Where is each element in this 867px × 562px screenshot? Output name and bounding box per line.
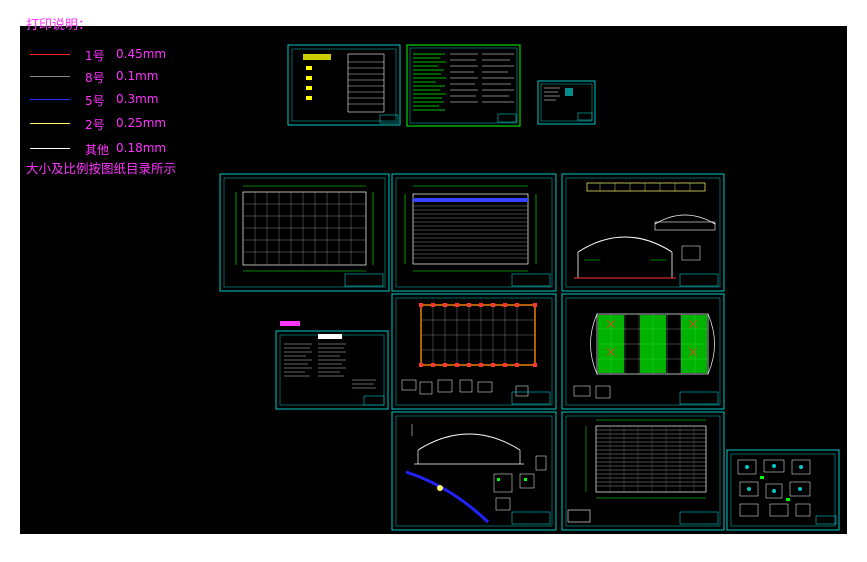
roof-plan[interactable]	[391, 173, 557, 292]
node-details-sheet[interactable]	[726, 449, 840, 531]
small-detail-sheet[interactable]	[537, 80, 596, 125]
foundation-notes-sheet[interactable]	[275, 321, 389, 410]
column-layout-plan[interactable]	[219, 173, 390, 292]
foundation-plan[interactable]	[391, 293, 557, 410]
drawing-sheets	[219, 44, 840, 531]
elevation-section[interactable]	[561, 173, 725, 292]
cover-sheet[interactable]	[287, 44, 401, 126]
design-notes-sheet[interactable]	[406, 44, 521, 127]
anchor-plan[interactable]	[561, 293, 725, 410]
roof-panel-plan[interactable]	[561, 411, 725, 531]
arch-section-sheet[interactable]	[391, 411, 557, 531]
